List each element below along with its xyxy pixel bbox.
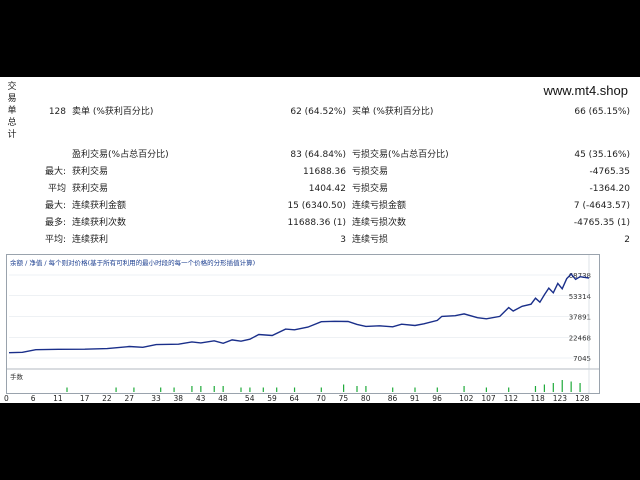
x-tick-label: 86: [387, 394, 398, 403]
volume-bar: [262, 387, 264, 392]
stat-cell-c3: 1404.42: [308, 184, 346, 194]
volume-bar: [191, 386, 193, 392]
x-tick-label: 64: [289, 394, 300, 403]
volume-bar: [343, 384, 345, 392]
volume-bar: [414, 387, 416, 392]
volume-bar: [66, 387, 68, 392]
volume-bar: [579, 383, 581, 392]
chart-svg: 704522468378915331468738: [7, 255, 599, 393]
volume-bar: [356, 386, 358, 392]
stat-cell-c3: 3: [340, 235, 346, 245]
x-tick-label: 75: [338, 394, 349, 403]
x-tick-label: 128: [575, 394, 590, 403]
x-tick-label: 0: [4, 394, 9, 403]
vertical-title: 交易单总计: [6, 81, 18, 141]
volume-bar: [463, 386, 465, 392]
volume-bar: [436, 387, 438, 392]
site-watermark: www.mt4.shop: [543, 83, 628, 98]
vertical-title-char: 单: [7, 106, 17, 116]
x-tick-label: 6: [30, 394, 36, 403]
stat-cell-c1: 最多:: [44, 218, 66, 228]
x-tick-label: 91: [410, 394, 420, 403]
x-tick-label: 48: [218, 394, 228, 403]
y-tick-label: 22468: [569, 334, 591, 342]
volume-bar: [561, 380, 563, 392]
volume-bar: [392, 387, 394, 392]
vertical-title-char: 总: [7, 118, 17, 128]
stat-cell-c3: 15 (6340.50): [287, 201, 346, 211]
x-tick-label: 102: [459, 394, 474, 403]
volume-bar: [552, 383, 554, 392]
x-tick-label: 22: [102, 394, 112, 403]
stat-cell-c3: 11688.36 (1): [287, 218, 346, 228]
volume-bar: [276, 387, 278, 392]
stat-cell-c5: -1364.20: [589, 184, 630, 194]
x-tick-label: 123: [552, 394, 568, 403]
x-tick-label: 27: [124, 394, 134, 403]
report-sheet: 交易单总计 www.mt4.shop 128 卖单 (%获利百分比) 62 (64.…: [0, 77, 640, 403]
y-tick-label: 37891: [569, 314, 591, 322]
x-tick-label: 17: [79, 394, 90, 403]
vertical-title-char: 计: [7, 130, 17, 140]
volume-bar: [160, 387, 162, 392]
stat-cell-c5: 66 (65.15%): [574, 107, 630, 117]
volume-bar: [320, 387, 322, 392]
x-tick-label: 38: [173, 394, 184, 403]
x-tick-label: 43: [195, 394, 206, 403]
volume-bar: [485, 387, 487, 392]
x-tick-label: 54: [244, 394, 255, 403]
stat-cell-c5: 7 (-4643.57): [573, 201, 630, 211]
volume-bar: [133, 387, 135, 392]
stat-cell-c5: 2: [624, 235, 630, 245]
volume-bar: [249, 387, 251, 392]
x-tick-label: 80: [360, 394, 371, 403]
volume-bar: [200, 386, 202, 392]
stat-cell-c5: -4765.35 (1): [573, 218, 630, 228]
stat-cell-c1: 最大:: [44, 201, 66, 211]
x-tick-label: 96: [432, 394, 442, 403]
volume-bar: [508, 387, 510, 392]
balance-chart: 余额 / 净值 / 每个则对价格(基于所有可利用的最小时段的每一个价格的分形插值…: [6, 254, 600, 394]
y-tick-label: 7045: [573, 355, 591, 363]
volume-bar: [115, 387, 117, 392]
volume-bar: [213, 386, 215, 392]
stat-cell-c1: 平均: [47, 184, 66, 194]
stat-cell-c3: 83 (64.84%): [290, 150, 346, 160]
volume-bar: [240, 387, 242, 392]
volume-bar: [293, 387, 296, 392]
stat-cell-c1: 平均:: [44, 235, 66, 245]
x-tick-label: 59: [267, 394, 277, 403]
volume-bar: [365, 386, 367, 392]
volume-bar: [570, 381, 572, 392]
stat-cell-c1: 最大:: [44, 167, 66, 177]
vertical-title-char: 交: [7, 82, 17, 92]
y-tick-label: 53314: [569, 293, 592, 301]
volume-bar: [543, 384, 545, 392]
volume-bar: [534, 386, 537, 392]
volume-bar: [222, 386, 224, 392]
x-tick-label: 118: [530, 394, 545, 403]
x-tick-label: 11: [53, 394, 63, 403]
x-tick-label: 33: [151, 394, 161, 403]
stat-cell-c3: 62 (64.52%): [290, 107, 346, 117]
stat-cell-c5: 45 (35.16%): [574, 150, 630, 160]
stat-cell-c3: 11688.36: [303, 167, 346, 177]
stat-cell-c5: -4765.35: [589, 167, 630, 177]
x-tick-label: 107: [481, 394, 496, 403]
balance-line: [8, 272, 590, 354]
x-tick-label: 112: [503, 394, 519, 403]
stat-cell-c1: 128: [48, 107, 66, 117]
vertical-title-char: 易: [7, 94, 17, 104]
volume-bar: [173, 387, 175, 392]
x-tick-label: 70: [316, 394, 326, 403]
